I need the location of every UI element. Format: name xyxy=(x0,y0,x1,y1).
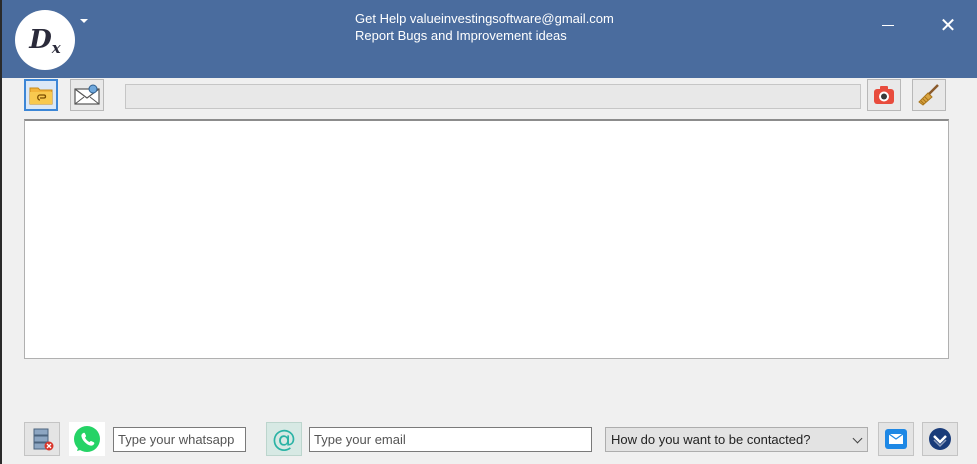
whatsapp-button[interactable] xyxy=(69,422,105,456)
broom-icon xyxy=(918,84,939,106)
logo-subscript: x xyxy=(51,39,61,57)
minimize-button[interactable] xyxy=(878,14,898,36)
whatsapp-icon xyxy=(74,426,100,452)
email-at-button[interactable]: @ xyxy=(266,422,302,456)
message-textarea[interactable] xyxy=(24,119,949,359)
submit-check-icon xyxy=(929,428,951,450)
camera-icon xyxy=(874,86,894,104)
attach-email-button[interactable] xyxy=(70,79,104,111)
email-input[interactable] xyxy=(309,427,592,452)
help-text-block: Get Help valueinvestingsoftware@gmail.co… xyxy=(355,10,614,44)
screenshot-button[interactable] xyxy=(867,79,901,111)
app-logo[interactable]: Dx xyxy=(15,10,75,70)
server-delete-icon xyxy=(33,428,54,451)
attachment-path-bar xyxy=(125,84,861,109)
attach-folder-button[interactable] xyxy=(24,79,58,111)
clear-button[interactable] xyxy=(912,79,946,111)
logo-letter: D xyxy=(29,25,52,55)
report-bugs-text: Report Bugs and Improvement ideas xyxy=(355,28,567,43)
svg-text:@: @ xyxy=(272,425,296,453)
help-email-text: Get Help valueinvestingsoftware@gmail.co… xyxy=(355,11,614,26)
send-email-button[interactable] xyxy=(878,422,914,456)
chevron-down-icon xyxy=(852,433,863,444)
logo-menu-caret-icon[interactable] xyxy=(80,19,88,23)
send-email-icon xyxy=(885,429,907,449)
submit-button[interactable] xyxy=(922,422,958,456)
at-sign-icon: @ xyxy=(272,425,296,453)
title-bar: Dx Get Help valueinvestingsoftware@gmail… xyxy=(2,0,977,78)
folder-attachment-icon xyxy=(29,87,53,105)
contact-method-value: How do you want to be contacted? xyxy=(611,432,811,447)
report-window: Dx Get Help valueinvestingsoftware@gmail… xyxy=(0,0,977,464)
email-attachment-icon xyxy=(74,84,100,105)
contact-method-select[interactable]: How do you want to be contacted? xyxy=(605,427,868,452)
server-delete-button[interactable] xyxy=(24,422,60,456)
whatsapp-input[interactable] xyxy=(113,427,246,452)
close-button[interactable]: ✕ xyxy=(937,14,959,36)
